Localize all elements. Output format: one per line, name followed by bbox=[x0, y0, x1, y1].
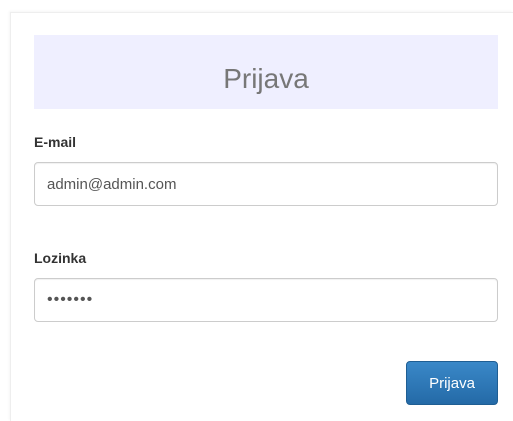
password-field[interactable] bbox=[34, 278, 498, 322]
page-title: Prijava bbox=[223, 63, 309, 94]
email-field[interactable] bbox=[34, 162, 498, 206]
login-header: Prijava bbox=[34, 35, 498, 109]
password-label: Lozinka bbox=[34, 250, 87, 266]
email-label: E-mail bbox=[34, 134, 77, 150]
login-button[interactable]: Prijava bbox=[406, 361, 498, 405]
